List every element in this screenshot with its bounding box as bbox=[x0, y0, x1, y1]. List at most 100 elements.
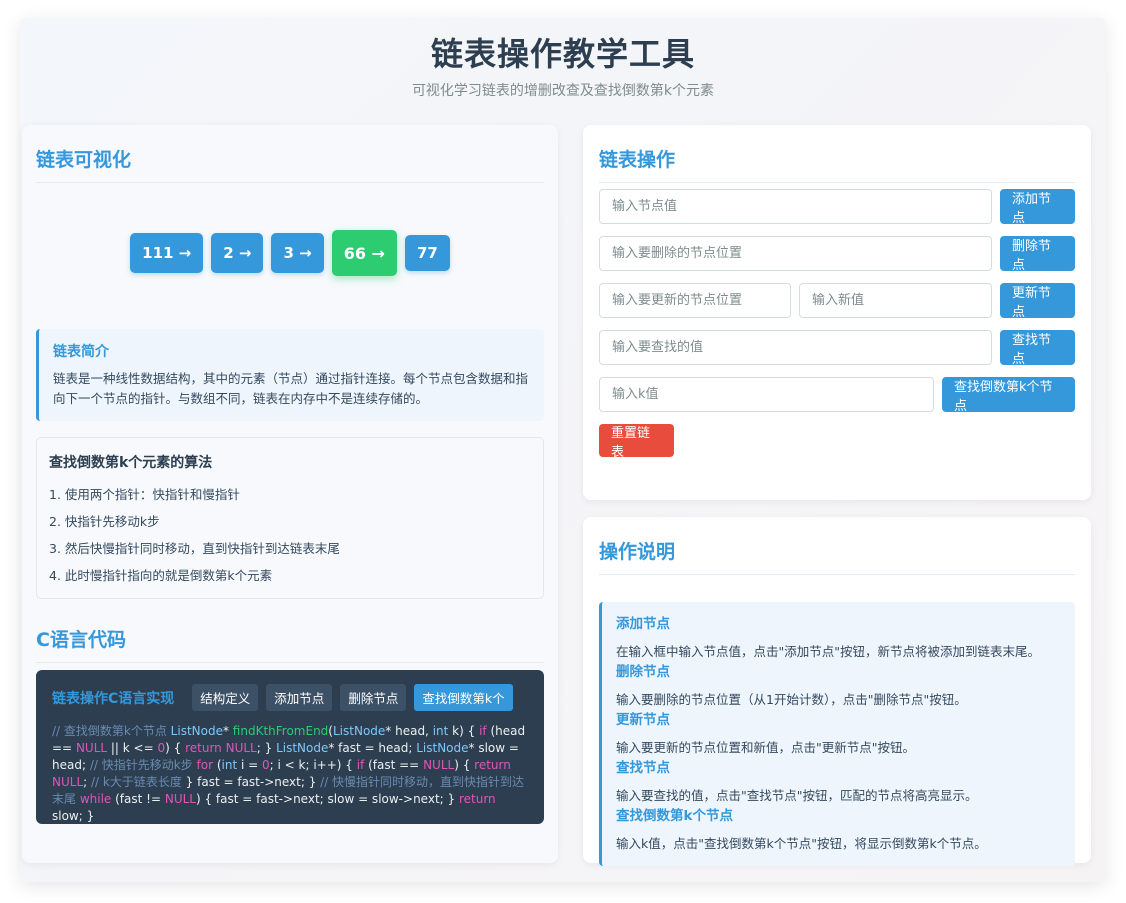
code-token: ListNode bbox=[332, 724, 386, 738]
code-token: // 快指针先移动k步 bbox=[89, 758, 197, 772]
algorithm-step: 1. 使用两个指针：快指针和慢指针 bbox=[49, 487, 240, 502]
code-token: NULL bbox=[225, 741, 257, 755]
code-token: 0 bbox=[262, 758, 270, 772]
code-token: for bbox=[196, 758, 214, 772]
update-position-input[interactable] bbox=[599, 283, 791, 318]
code-token: NULL bbox=[75, 741, 108, 755]
reset-list-button[interactable]: 重置链表 bbox=[599, 424, 674, 460]
visual-section-title: 链表可视化 bbox=[36, 145, 544, 183]
find-kth-button[interactable]: 查找倒数第k个节点 bbox=[942, 377, 1075, 414]
list-node: 77 bbox=[404, 235, 450, 271]
code-token: * head, bbox=[385, 724, 433, 738]
code-token: // 查找倒数第k个节点 bbox=[52, 724, 171, 738]
guide-box: 添加节点 在输入框中输入节点值，点击"添加节点"按钮，新节点将被添加到链表末尾。… bbox=[599, 602, 1075, 866]
code-token: NULL bbox=[52, 775, 84, 789]
code-token: ) { fast = fast->next; slow = slow->next… bbox=[195, 792, 459, 806]
guide-item-title: 添加节点 bbox=[616, 616, 670, 632]
delete-position-input[interactable] bbox=[599, 236, 992, 271]
guide-item: 查找节点 输入要查找的值，点击"查找节点"按钮，匹配的节点将高亮显示。 bbox=[616, 758, 1061, 806]
code-token: return bbox=[458, 792, 496, 806]
code-token: ListNode bbox=[170, 724, 223, 738]
code-token: i = bbox=[237, 758, 262, 772]
update-value-input[interactable] bbox=[799, 283, 992, 318]
code-header: 链表操作C语言实现 结构定义 添加节点 删除节点 查找倒数第k个 bbox=[52, 684, 528, 711]
code-content: // 查找倒数第k个节点 ListNode* findKthFromEnd(Li… bbox=[52, 723, 528, 825]
guide-item-text: 输入要删除的节点位置（从1开始计数），点击"删除节点"按钮。 bbox=[616, 692, 967, 707]
find-value-input[interactable] bbox=[599, 330, 992, 365]
algorithm-step: 4. 此时慢指针指向的就是倒数第k个元素 bbox=[49, 568, 273, 583]
list-node: 2 → bbox=[211, 233, 264, 273]
code-tab-delete[interactable]: 删除节点 bbox=[340, 684, 407, 711]
update-node-button[interactable]: 更新节点 bbox=[1000, 283, 1075, 320]
code-token: ) { bbox=[165, 741, 186, 755]
code-token: return bbox=[474, 758, 511, 772]
code-token: * fast = head; bbox=[328, 741, 417, 755]
code-section-title: C语言代码 bbox=[36, 625, 544, 663]
guide-item-text: 输入要更新的节点位置和新值，点击"更新节点"按钮。 bbox=[616, 740, 916, 755]
guide-item: 查找倒数第k个节点 输入k值，点击"查找倒数第k个节点"按钮，将显示倒数第k个节… bbox=[616, 806, 1061, 854]
find-node-button[interactable]: 查找节点 bbox=[1000, 330, 1075, 367]
code-token: ( bbox=[213, 758, 222, 772]
guide-item-title: 查找倒数第k个节点 bbox=[616, 808, 733, 824]
list-node: 111 → bbox=[130, 233, 204, 273]
k-value-input[interactable] bbox=[599, 377, 934, 412]
code-token: return bbox=[185, 741, 222, 755]
algorithm-step: 2. 快指针先移动k步 bbox=[49, 514, 160, 529]
guide-item-text: 输入要查找的值，点击"查找节点"按钮，匹配的节点将高亮显示。 bbox=[616, 788, 978, 803]
code-token: } fast = fast->next; } bbox=[185, 775, 321, 789]
algorithm-title: 查找倒数第k个元素的算法 bbox=[49, 455, 213, 471]
code-token: NULL bbox=[423, 758, 455, 772]
intro-box: 链表简介 链表是一种线性数据结构，其中的元素（节点）通过指针连接。每个节点包含数… bbox=[36, 329, 544, 421]
app-container: 链表操作教学工具 可视化学习链表的增删改查及查找倒数第k个元素 链表可视化 11… bbox=[20, 18, 1106, 882]
page-header: 链表操作教学工具 可视化学习链表的增删改查及查找倒数第k个元素 bbox=[20, 32, 1106, 100]
code-token: int bbox=[432, 724, 449, 738]
page-title: 链表操作教学工具 bbox=[430, 35, 695, 73]
guide-item-title: 删除节点 bbox=[616, 664, 670, 680]
page-subtitle: 可视化学习链表的增删改查及查找倒数第k个元素 bbox=[411, 83, 715, 99]
visualization-panel: 链表可视化 111 → 2 → 3 → 66 → 77 链表简介 链表是一种线性… bbox=[22, 125, 558, 863]
code-token: (fast != bbox=[111, 792, 165, 806]
code-panel-title: 链表操作C语言实现 bbox=[52, 690, 175, 707]
code-token: ListNode bbox=[416, 741, 469, 755]
add-value-input[interactable] bbox=[599, 189, 992, 224]
code-token: ; } bbox=[256, 741, 277, 755]
code-token: ; bbox=[83, 775, 91, 789]
guide-panel: 操作说明 添加节点 在输入框中输入节点值，点击"添加节点"按钮，新节点将被添加到… bbox=[583, 517, 1091, 866]
code-tab-struct[interactable]: 结构定义 bbox=[192, 684, 259, 711]
intro-title: 链表简介 bbox=[53, 344, 109, 360]
guide-item: 添加节点 在输入框中输入节点值，点击"添加节点"按钮，新节点将被添加到链表末尾。 bbox=[616, 614, 1061, 662]
code-panel: 链表操作C语言实现 结构定义 添加节点 删除节点 查找倒数第k个 // 查找倒数… bbox=[36, 670, 544, 824]
list-node-highlighted: 66 → bbox=[331, 230, 397, 276]
linked-list-visual: 111 → 2 → 3 → 66 → 77 bbox=[36, 217, 544, 289]
code-token: (fast == bbox=[364, 758, 424, 772]
code-token: while bbox=[79, 792, 112, 806]
code-token: ListNode bbox=[276, 741, 329, 755]
guide-item-text: 在输入框中输入节点值，点击"添加节点"按钮，新节点将被添加到链表末尾。 bbox=[616, 644, 1041, 659]
code-tab-add[interactable]: 添加节点 bbox=[266, 684, 333, 711]
code-token: ; i < k; i++) { bbox=[269, 758, 357, 772]
ops-section-title: 链表操作 bbox=[599, 145, 1075, 183]
code-token: findKthFromEnd bbox=[232, 724, 329, 738]
code-token: int bbox=[221, 758, 238, 772]
code-tab-kth[interactable]: 查找倒数第k个 bbox=[414, 684, 513, 711]
code-token: // k大于链表长度 bbox=[91, 775, 186, 789]
add-node-button[interactable]: 添加节点 bbox=[1000, 189, 1075, 226]
code-token: ) { bbox=[454, 758, 475, 772]
code-token: 0 bbox=[157, 741, 166, 755]
intro-text: 链表是一种线性数据结构，其中的元素（节点）通过指针连接。每个节点包含数据和指向下… bbox=[53, 371, 529, 406]
code-token: * bbox=[222, 724, 233, 738]
code-token: if bbox=[479, 724, 487, 738]
algorithm-step: 3. 然后快慢指针同时移动，直到快指针到达链表末尾 bbox=[49, 541, 340, 556]
code-token: k) { bbox=[448, 724, 480, 738]
code-token: || k <= bbox=[107, 741, 158, 755]
algorithm-box: 查找倒数第k个元素的算法 1. 使用两个指针：快指针和慢指针 2. 快指针先移动… bbox=[36, 437, 544, 599]
code-token: slow; } bbox=[52, 809, 95, 823]
guide-item-title: 更新节点 bbox=[616, 712, 670, 728]
delete-node-button[interactable]: 删除节点 bbox=[1000, 236, 1075, 273]
guide-item-text: 输入k值，点击"查找倒数第k个节点"按钮，将显示倒数第k个节点。 bbox=[616, 836, 987, 851]
list-node: 3 → bbox=[271, 233, 324, 273]
guide-section-title: 操作说明 bbox=[599, 537, 1075, 575]
guide-item: 更新节点 输入要更新的节点位置和新值，点击"更新节点"按钮。 bbox=[616, 710, 1061, 758]
code-token: NULL bbox=[164, 792, 196, 806]
guide-item-title: 查找节点 bbox=[616, 760, 670, 776]
